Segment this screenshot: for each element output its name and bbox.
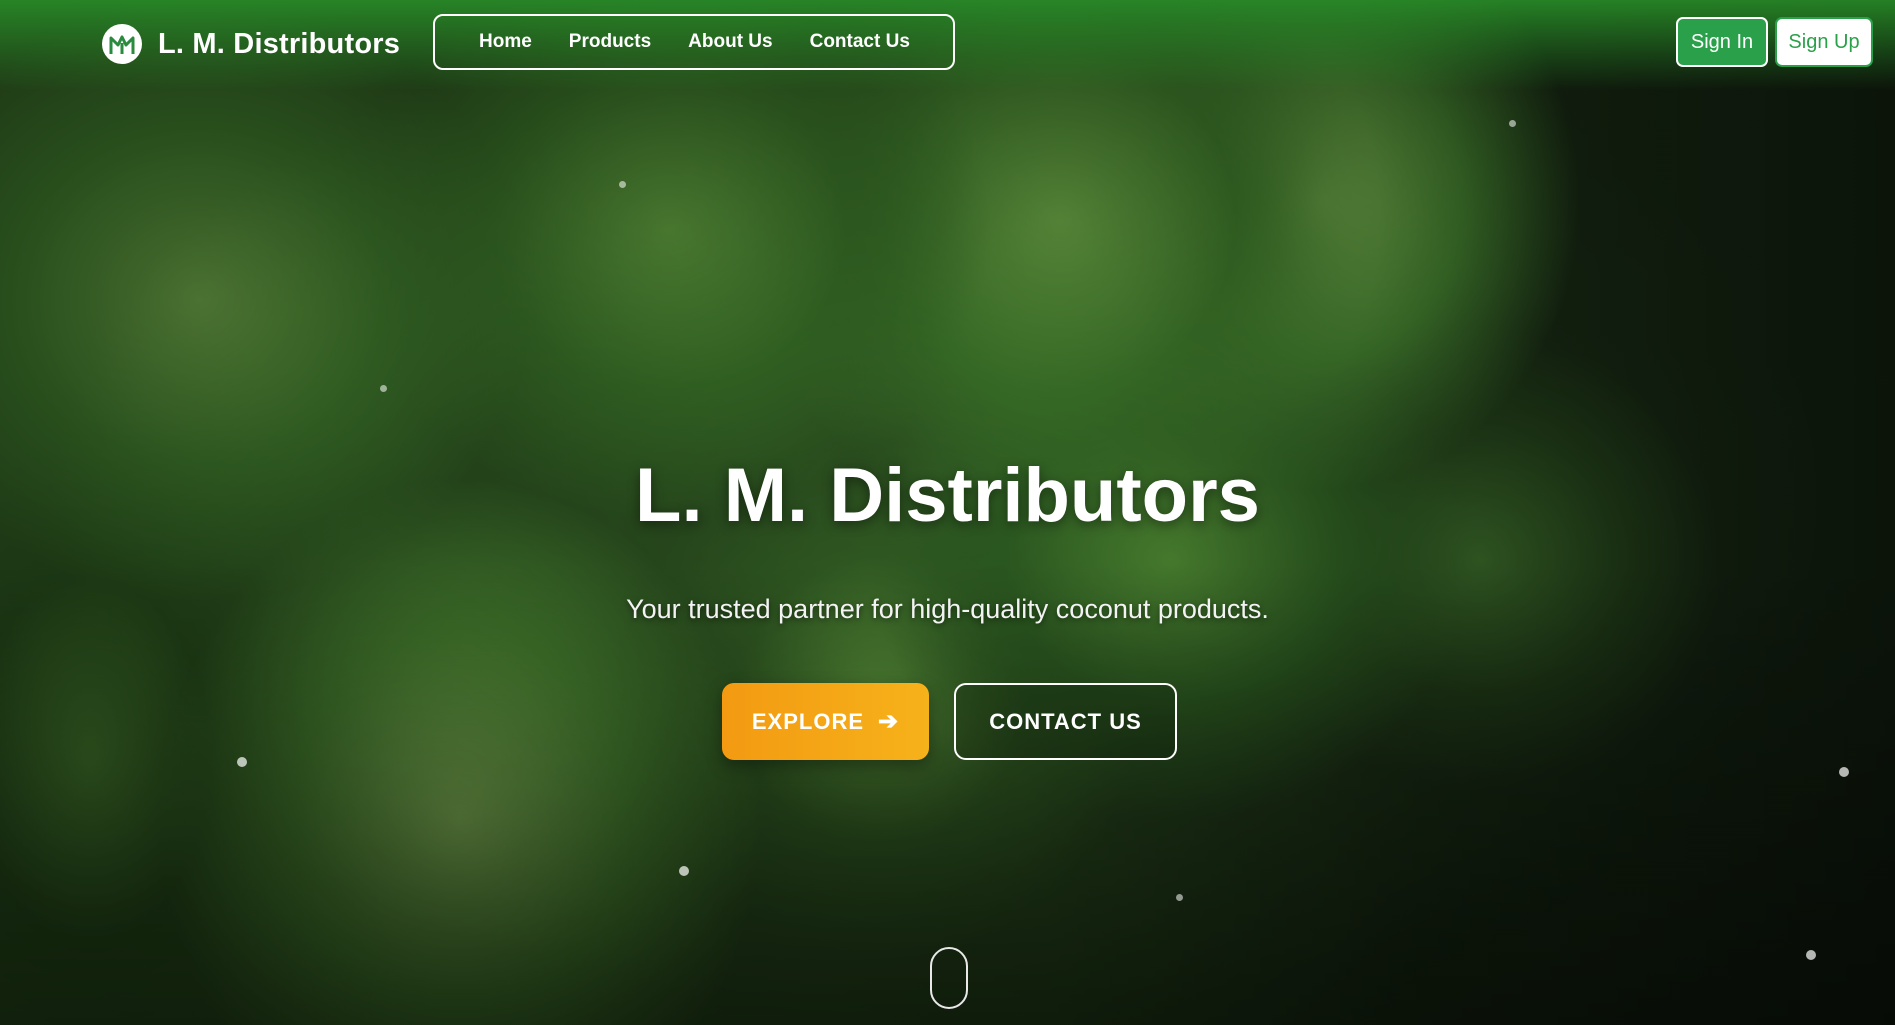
explore-button[interactable]: EXPLORE ➔ (722, 683, 929, 760)
nav-contact-us[interactable]: Contact Us (810, 31, 910, 53)
particle-dot (1839, 767, 1849, 777)
lm-logo-icon (102, 24, 142, 64)
brand-name: L. M. Distributors (158, 27, 401, 60)
mouse-scroll-icon[interactable] (930, 947, 968, 1009)
particle-dot (237, 757, 247, 767)
arrow-right-icon: ➔ (878, 708, 900, 735)
hero-section: L. M. Distributors Home Products About U… (0, 0, 1895, 1025)
main-nav: Home Products About Us Contact Us (433, 14, 955, 70)
nav-about-us[interactable]: About Us (688, 31, 772, 53)
particle-dot (1806, 950, 1816, 960)
hero-title: L. M. Distributors (635, 453, 1260, 538)
sign-up-button[interactable]: Sign Up (1775, 17, 1873, 67)
hero-subtitle: Your trusted partner for high-quality co… (626, 594, 1269, 624)
explore-label: EXPLORE (751, 708, 865, 734)
particle-dot (619, 181, 626, 188)
particle-dot (380, 385, 387, 392)
contact-us-button[interactable]: CONTACT US (954, 683, 1177, 760)
nav-products[interactable]: Products (569, 31, 651, 53)
nav-home[interactable]: Home (479, 31, 532, 53)
particle-dot (679, 866, 689, 876)
particle-dot (1509, 120, 1516, 127)
sign-in-button[interactable]: Sign In (1676, 17, 1768, 67)
brand[interactable]: L. M. Distributors (102, 24, 400, 64)
particle-dot (1176, 894, 1183, 901)
